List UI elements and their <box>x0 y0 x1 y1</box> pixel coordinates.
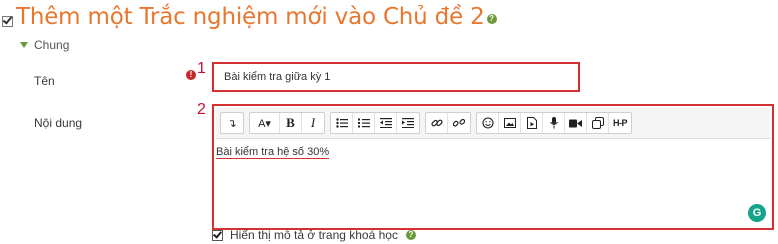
grammarly-icon[interactable]: G <box>748 204 766 222</box>
italic-icon[interactable]: I <box>302 113 324 133</box>
name-label: Tên <box>34 74 55 88</box>
show-description-label: Hiển thị mô tả ở trang khoá học <box>230 228 398 242</box>
quiz-checkbox-icon <box>2 15 13 27</box>
emoji-icon[interactable] <box>477 113 499 133</box>
question-circle-icon[interactable]: ? <box>405 230 416 240</box>
insert-image-icon[interactable] <box>499 113 521 133</box>
h5p-icon[interactable]: H-P <box>609 113 631 133</box>
collapse-toolbar-icon[interactable]: ↴ <box>221 113 243 133</box>
record-audio-icon[interactable] <box>543 113 565 133</box>
outdent-icon[interactable] <box>375 113 397 133</box>
editor-toolbar: ↴ A▾ B I H-P <box>216 108 770 139</box>
bulleted-list-icon[interactable] <box>331 113 353 133</box>
link-icon[interactable] <box>426 113 448 133</box>
question-circle-icon[interactable]: ? <box>486 14 497 24</box>
editor-content-text: Bài kiểm tra hệ số 30% <box>216 146 330 159</box>
name-input[interactable]: Bài kiểm tra giữa kỳ 1 <box>212 62 580 92</box>
show-description-option: Hiển thị mô tả ở trang khoá học ? <box>212 228 416 242</box>
description-label: Nội dung <box>34 116 83 130</box>
page-title: Thêm một Trắc nghiệm mới vào Chủ đề 2 <box>16 4 485 30</box>
section-toggle-general[interactable]: Chung <box>20 38 69 52</box>
numbered-list-icon[interactable] <box>353 113 375 133</box>
annotation-number-1: 1 <box>197 60 206 77</box>
unlink-icon[interactable] <box>448 113 470 133</box>
section-label: Chung <box>34 38 70 52</box>
annotation-number-2: 2 <box>197 101 206 118</box>
record-video-icon[interactable] <box>565 113 587 133</box>
required-exclamation-icon: ! <box>186 70 196 80</box>
description-editor[interactable]: ↴ A▾ B I H-P Bài kiểm tra hệ số 30% G <box>212 104 774 230</box>
bold-icon[interactable]: B <box>280 113 302 133</box>
font-style-icon[interactable]: A▾ <box>250 113 280 133</box>
manage-files-icon[interactable] <box>587 113 609 133</box>
editor-content[interactable]: Bài kiểm tra hệ số 30% <box>216 146 330 159</box>
page-header: Thêm một Trắc nghiệm mới vào Chủ đề 2 ? <box>0 2 497 32</box>
show-description-checkbox[interactable] <box>212 229 223 241</box>
insert-media-icon[interactable] <box>521 113 543 133</box>
indent-icon[interactable] <box>397 113 419 133</box>
caret-down-icon <box>20 42 28 48</box>
